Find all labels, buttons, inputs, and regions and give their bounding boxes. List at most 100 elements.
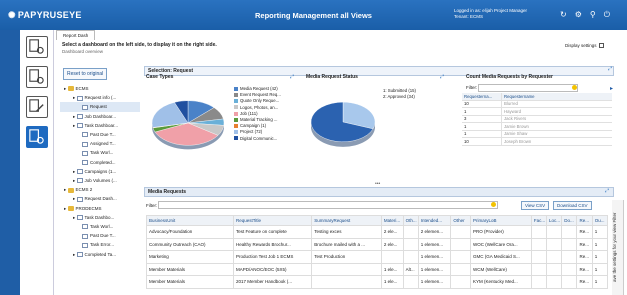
legend-label: Job (111) xyxy=(240,110,258,116)
document-icon xyxy=(76,215,83,221)
column-header[interactable]: Requestername xyxy=(502,94,612,99)
legend-swatch xyxy=(234,136,238,141)
tree-node[interactable]: ▸ Task Dashboar... xyxy=(60,121,140,130)
tree-node[interactable]: Past Due T... xyxy=(60,130,140,139)
table-row[interactable]: 1 Jamie Shaw xyxy=(462,130,612,138)
table-cell: Member Materials xyxy=(146,262,234,276)
column-header[interactable]: Materi... xyxy=(380,215,404,226)
column-header[interactable]: BusinessUnit xyxy=(146,215,234,226)
expand-arrow-icon[interactable]: ▸ xyxy=(64,206,68,211)
requester-filter-label: Filter: xyxy=(466,85,478,90)
tree-node[interactable]: ▸ Campaigns (1... xyxy=(60,167,140,176)
reset-to-original-button[interactable]: Reset to original xyxy=(63,68,108,80)
column-header[interactable]: Fac... xyxy=(530,215,548,226)
legend-swatch xyxy=(234,86,238,91)
report-settings-icon[interactable] xyxy=(26,66,48,88)
column-header[interactable]: Oth... xyxy=(402,215,419,226)
table-row[interactable]: 1 Hayward xyxy=(462,108,612,116)
table-row[interactable]: 1 Jamie Brown xyxy=(462,123,612,131)
side-settings-tab[interactable]: ave the settings for your view Filter xyxy=(612,200,624,295)
expand-icon[interactable]: ⤢ xyxy=(290,74,295,80)
column-header[interactable]: RequestTitle xyxy=(232,215,313,226)
tree-node[interactable]: Task Worl... xyxy=(60,148,140,157)
filter-icon[interactable] xyxy=(491,202,496,207)
search-icon[interactable]: ⚲ xyxy=(590,10,596,20)
display-settings[interactable]: Display settings xyxy=(565,43,604,49)
tree-node-label: Task Worl... xyxy=(90,150,114,156)
case-types-pie xyxy=(151,100,225,150)
table-row[interactable]: 3 Jack Rivers xyxy=(462,115,612,123)
expand-icon[interactable]: ⤢ xyxy=(608,66,613,72)
tree-node[interactable]: Request xyxy=(60,102,140,112)
instruction-subtext: Dashboard overview xyxy=(62,49,104,54)
table-row[interactable]: 10 Blurred xyxy=(462,100,612,108)
tree-node[interactable]: ▸ Task Dashbo... xyxy=(60,213,140,222)
tree-node[interactable]: Past Due T... xyxy=(60,231,140,240)
table-cell: Jamie Brown xyxy=(504,123,529,129)
table-cell: 2 ele... xyxy=(380,225,404,239)
table-row[interactable]: Member Materials 2017 Member Handbook (..… xyxy=(146,275,609,289)
tree-node[interactable]: ▸ ECMS xyxy=(60,84,140,93)
arrow-right-icon[interactable]: ▸ xyxy=(610,85,613,92)
column-header[interactable]: PrimaryLoB xyxy=(469,215,532,226)
tree-node[interactable]: ▸ PRODECMS xyxy=(60,204,140,213)
tree-node[interactable]: Completed... xyxy=(60,158,140,167)
table-cell: 2 elemen... xyxy=(417,225,452,239)
legend-label: Media Request (42) xyxy=(240,86,278,91)
tab-report-dash[interactable]: Report Dash xyxy=(56,30,96,40)
tree-node[interactable]: ▸ ECMS 2 xyxy=(60,185,140,194)
view-csv-button[interactable]: View CSV xyxy=(521,201,550,210)
tree-node[interactable]: ▸ Request Dash... xyxy=(60,194,140,203)
table-cell: 1 ele... xyxy=(380,262,404,276)
table-cell: Jamie Shaw xyxy=(504,131,528,137)
column-header[interactable]: Do... xyxy=(561,215,578,226)
tree-node[interactable]: ▸ Request info (... xyxy=(60,93,140,102)
column-header[interactable]: Requesterna... xyxy=(462,93,502,100)
table-cell xyxy=(546,262,563,276)
table-cell xyxy=(561,262,578,276)
tree-node[interactable]: ▸ Completed Ta... xyxy=(60,250,140,259)
table-cell xyxy=(530,237,548,251)
column-header[interactable]: Other xyxy=(450,215,471,226)
expand-icon[interactable]: ⤢ xyxy=(605,188,610,194)
tree-node[interactable]: Task Error... xyxy=(60,240,140,249)
requester-grid: Requesterna... Requestername 10 Blurred 1 Hay… xyxy=(462,93,612,146)
refresh-icon[interactable]: ↻ xyxy=(560,10,567,20)
table-cell xyxy=(530,262,548,276)
column-header[interactable]: Loc... xyxy=(546,215,563,226)
table-row[interactable]: Advocacy/Foundation Test Feature on compl… xyxy=(146,225,609,239)
download-csv-button[interactable]: Download CSV xyxy=(553,201,592,210)
tenant-line: Tenant: ECMS xyxy=(454,14,484,19)
column-header[interactable]: Ou... xyxy=(591,215,609,226)
tree-node[interactable]: ▸ Job Volumes (... xyxy=(60,176,140,185)
column-header[interactable]: Intended... xyxy=(417,215,452,226)
column-header[interactable]: SummaryRequest xyxy=(311,215,382,226)
tree-node-label: Task Error... xyxy=(90,242,115,248)
expand-arrow-icon[interactable]: ▸ xyxy=(64,187,68,192)
table-row[interactable]: Marketing Production Test Job 1 ECMS Test … xyxy=(146,250,609,264)
tree-node[interactable]: ▸ Job Dashboar... xyxy=(60,112,140,121)
media-filter-input[interactable] xyxy=(158,201,498,209)
table-row[interactable]: 10 Joseph Brown xyxy=(462,138,612,146)
requester-filter-input[interactable] xyxy=(478,84,578,92)
expand-arrow-icon[interactable]: ▸ xyxy=(64,86,68,91)
column-header[interactable]: Re... xyxy=(576,215,593,226)
grid-header: Requesterna... Requestername xyxy=(462,93,612,101)
display-settings-checkbox[interactable] xyxy=(598,43,604,49)
table-cell: Marketing xyxy=(146,250,234,264)
table-cell: 1 xyxy=(591,262,609,276)
view-reports-icon[interactable] xyxy=(26,126,48,148)
tree-node[interactable]: Assigned T... xyxy=(60,139,140,148)
tree-node-label: Request Dash... xyxy=(84,196,117,202)
tree-node-label: Past Due T... xyxy=(90,132,116,138)
tree-node[interactable]: Task Worl... xyxy=(60,222,140,231)
table-cell: 1 xyxy=(462,108,502,115)
power-icon[interactable]: ⏻ xyxy=(604,10,610,20)
filter-icon[interactable] xyxy=(572,85,577,90)
table-row[interactable]: Community Outreach (CAO) Healthy Rewards … xyxy=(146,237,609,251)
edit-document-icon[interactable] xyxy=(26,96,48,118)
expand-icon[interactable]: ⤢ xyxy=(440,74,445,80)
dashboard-settings-icon[interactable] xyxy=(26,36,48,58)
table-row[interactable]: Member Materials MAPD/ANOC/EOC (5X5) 1 ele… xyxy=(146,262,609,276)
settings-icon[interactable]: ⚙ xyxy=(575,10,582,20)
